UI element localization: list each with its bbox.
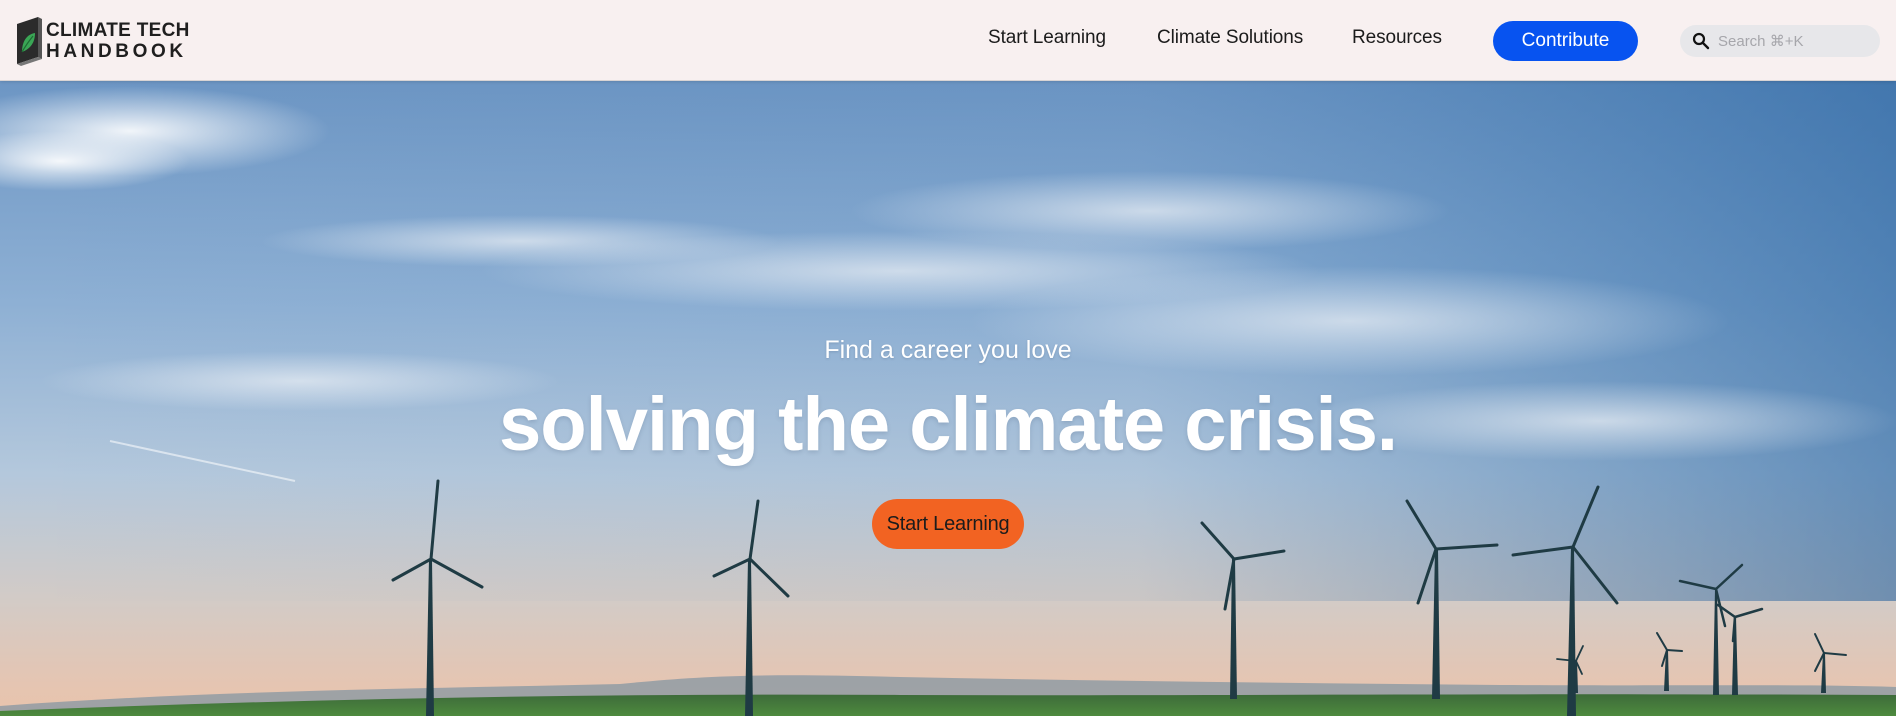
- hero-section: Find a career you love solving the clima…: [0, 81, 1896, 716]
- search-input[interactable]: [1718, 32, 1868, 50]
- logo-wordmark: CLIMATE TECH HANDBOOK: [46, 21, 190, 61]
- nav-resources[interactable]: Resources: [1352, 27, 1442, 49]
- nav-climate-solutions[interactable]: Climate Solutions: [1157, 27, 1303, 49]
- nav-start-learning[interactable]: Start Learning: [988, 27, 1106, 49]
- start-learning-button[interactable]: Start Learning: [872, 499, 1024, 549]
- site-header: CLIMATE TECH HANDBOOK Start Learning Cli…: [0, 0, 1896, 81]
- site-logo[interactable]: CLIMATE TECH HANDBOOK: [14, 16, 190, 66]
- hero-subtitle: Find a career you love: [824, 336, 1072, 364]
- logo-line-2: HANDBOOK: [46, 41, 187, 62]
- search-icon: [1692, 32, 1710, 50]
- book-leaf-logo-icon: [17, 17, 42, 66]
- page: CLIMATE TECH HANDBOOK Start Learning Cli…: [0, 0, 1896, 716]
- hero-title: solving the climate crisis.: [498, 382, 1398, 467]
- contribute-button[interactable]: Contribute: [1493, 21, 1638, 61]
- search-box[interactable]: [1680, 25, 1880, 57]
- logo-line-1: CLIMATE TECH: [46, 20, 190, 41]
